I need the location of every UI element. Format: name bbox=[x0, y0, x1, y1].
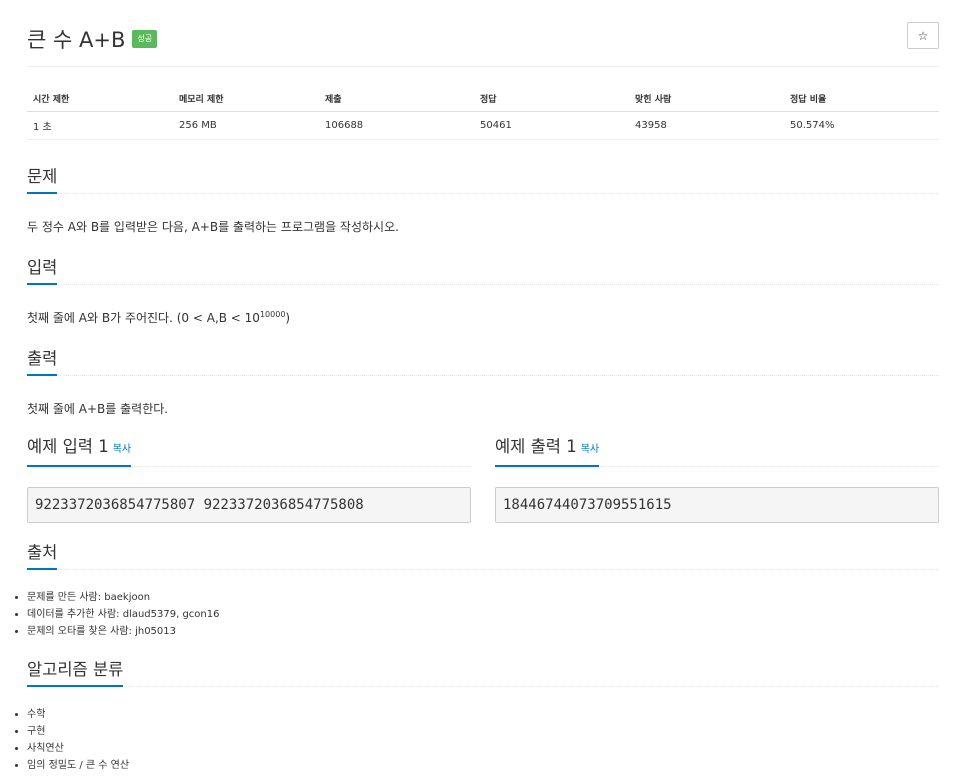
source-heading: 출처 bbox=[27, 542, 58, 570]
accepted-value: 50461 bbox=[474, 111, 629, 140]
problem-heading: 문제 bbox=[27, 166, 58, 194]
memory-limit-value: 256 MB bbox=[173, 111, 319, 140]
problem-description: 두 정수 A와 B를 입력받은 다음, A+B를 출력하는 프로그램을 작성하시… bbox=[27, 220, 399, 234]
input-description: 첫째 줄에 A와 B가 주어진다. (0 < A,B < 1010000) bbox=[27, 309, 290, 326]
sample-input-box[interactable]: 9223372036854775807 9223372036854775808 bbox=[27, 487, 471, 523]
input-heading: 입력 bbox=[27, 257, 58, 285]
submissions-value: 106688 bbox=[319, 111, 474, 140]
output-heading: 출력 bbox=[27, 348, 58, 376]
star-icon: ☆ bbox=[917, 28, 929, 43]
sample-input-heading-wrap: 예제 입력 1 복사 bbox=[27, 436, 132, 467]
list-item: 데이터를 추가한 사람: dlaud5379, gcon16 bbox=[27, 606, 219, 623]
list-item: 문제의 오타를 찾은 사람: jh05013 bbox=[27, 623, 219, 640]
problem-title: 큰 수 A+B bbox=[27, 28, 126, 52]
sample-output-header: 예제 출력 1 복사 bbox=[495, 437, 939, 467]
status-badge: 성공 bbox=[132, 30, 158, 48]
table-header-row: 시간 제한 메모리 제한 제출 정답 맞힌 사람 정답 비율 bbox=[27, 86, 939, 112]
algorithm-section-header: 알고리즘 분류 bbox=[27, 657, 939, 687]
col-submissions: 제출 bbox=[319, 86, 474, 112]
col-accepted: 정답 bbox=[474, 86, 629, 112]
source-list: 문제를 만든 사람: baekjoon 데이터를 추가한 사람: dlaud53… bbox=[14, 589, 219, 640]
sample-output-box[interactable]: 18446744073709551615 bbox=[495, 487, 939, 523]
sample-input-header: 예제 입력 1 복사 bbox=[27, 437, 471, 467]
list-item[interactable]: 임의 정밀도 / 큰 수 연산 bbox=[27, 757, 129, 774]
input-exponent: 10000 bbox=[259, 310, 286, 319]
algorithm-list: 수학 구현 사칙연산 임의 정밀도 / 큰 수 연산 bbox=[14, 706, 129, 774]
problem-section-header: 문제 bbox=[27, 164, 939, 194]
copy-sample-input-button[interactable]: 복사 bbox=[113, 444, 131, 455]
accept-ratio-value: 50.574% bbox=[784, 111, 939, 140]
col-solved-users: 맞힌 사람 bbox=[629, 86, 784, 112]
list-item[interactable]: 구현 bbox=[27, 723, 129, 740]
sample-output-heading-wrap: 예제 출력 1 복사 bbox=[495, 436, 600, 467]
problem-info-table: 시간 제한 메모리 제한 제출 정답 맞힌 사람 정답 비율 1 초 256 M… bbox=[27, 86, 939, 140]
list-item[interactable]: 수학 bbox=[27, 706, 129, 723]
col-time-limit: 시간 제한 bbox=[27, 86, 173, 112]
input-text-end: ) bbox=[285, 311, 291, 325]
time-limit-value: 1 초 bbox=[27, 111, 173, 140]
input-text: 첫째 줄에 A와 B가 주어진다. (0 < A,B < 10 bbox=[27, 311, 260, 325]
output-description: 첫째 줄에 A+B를 출력한다. bbox=[27, 402, 169, 416]
page-title: 큰 수 A+B 성공 bbox=[27, 24, 158, 54]
title-row: 큰 수 A+B 성공 ☆ bbox=[27, 0, 939, 67]
table-row: 1 초 256 MB 106688 50461 43958 50.574% bbox=[27, 111, 939, 140]
solved-users-value: 43958 bbox=[629, 111, 784, 140]
output-section-header: 출력 bbox=[27, 346, 939, 376]
source-section-header: 출처 bbox=[27, 540, 939, 570]
sample-output-heading: 예제 출력 1 bbox=[495, 437, 577, 456]
list-item[interactable]: 사칙연산 bbox=[27, 740, 129, 757]
list-item: 문제를 만든 사람: baekjoon bbox=[27, 589, 219, 606]
input-section-header: 입력 bbox=[27, 255, 939, 285]
algorithm-heading: 알고리즘 분류 bbox=[27, 659, 124, 687]
sample-input-heading: 예제 입력 1 bbox=[27, 437, 109, 456]
favorite-button[interactable]: ☆ bbox=[907, 22, 939, 49]
col-memory-limit: 메모리 제한 bbox=[173, 86, 319, 112]
copy-sample-output-button[interactable]: 복사 bbox=[581, 444, 599, 455]
col-accept-ratio: 정답 비율 bbox=[784, 86, 939, 112]
